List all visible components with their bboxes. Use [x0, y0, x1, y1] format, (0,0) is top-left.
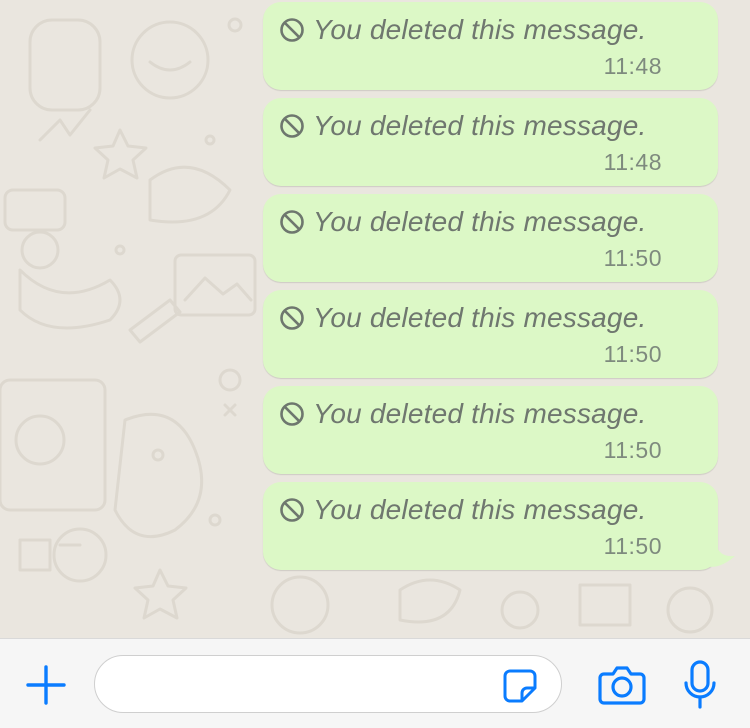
ban-icon: [280, 402, 304, 426]
microphone-icon[interactable]: [683, 660, 717, 710]
message-bubble[interactable]: You deleted this message. 11:50: [263, 482, 718, 570]
whatsapp-chat-screen: You deleted this message. 11:48 You dele…: [0, 0, 750, 728]
message-timestamp: 11:50: [603, 533, 662, 559]
bubble-tail: [705, 536, 735, 567]
message-body: You deleted this message.: [279, 494, 646, 526]
message-timestamp: 11:48: [603, 53, 662, 79]
deleted-message-text: You deleted this message.: [313, 302, 647, 333]
ban-icon: [280, 18, 304, 42]
sticker-icon[interactable]: [502, 668, 538, 704]
message-input-container[interactable]: [94, 655, 562, 713]
message-timestamp: 11:50: [603, 437, 662, 463]
message-bubble[interactable]: You deleted this message. 11:48: [263, 2, 718, 90]
deleted-message-text: You deleted this message.: [313, 14, 647, 45]
ban-icon: [280, 498, 304, 522]
input-bar: [0, 638, 750, 728]
ban-icon: [280, 210, 304, 234]
message-body: You deleted this message.: [279, 398, 646, 430]
ban-icon: [280, 114, 304, 138]
message-body: You deleted this message.: [279, 110, 646, 142]
message-bubble[interactable]: You deleted this message. 11:50: [263, 386, 718, 474]
deleted-message-text: You deleted this message.: [313, 206, 647, 237]
message-bubble[interactable]: You deleted this message. 11:50: [263, 194, 718, 282]
message-body: You deleted this message.: [279, 302, 646, 334]
message-timestamp: 11:50: [603, 245, 662, 271]
message-timestamp: 11:50: [603, 341, 662, 367]
deleted-message-text: You deleted this message.: [313, 110, 647, 141]
chat-area[interactable]: You deleted this message. 11:48 You dele…: [0, 0, 750, 638]
message-body: You deleted this message.: [279, 206, 646, 238]
message-timestamp: 11:48: [603, 149, 662, 175]
deleted-message-text: You deleted this message.: [313, 398, 647, 429]
message-input[interactable]: [115, 666, 499, 704]
plus-icon[interactable]: [24, 663, 68, 707]
message-bubble[interactable]: You deleted this message. 11:50: [263, 290, 718, 378]
message-body: You deleted this message.: [279, 14, 646, 46]
message-bubble[interactable]: You deleted this message. 11:48: [263, 98, 718, 186]
deleted-message-text: You deleted this message.: [313, 494, 647, 525]
ban-icon: [280, 306, 304, 330]
camera-icon[interactable]: [598, 665, 646, 705]
